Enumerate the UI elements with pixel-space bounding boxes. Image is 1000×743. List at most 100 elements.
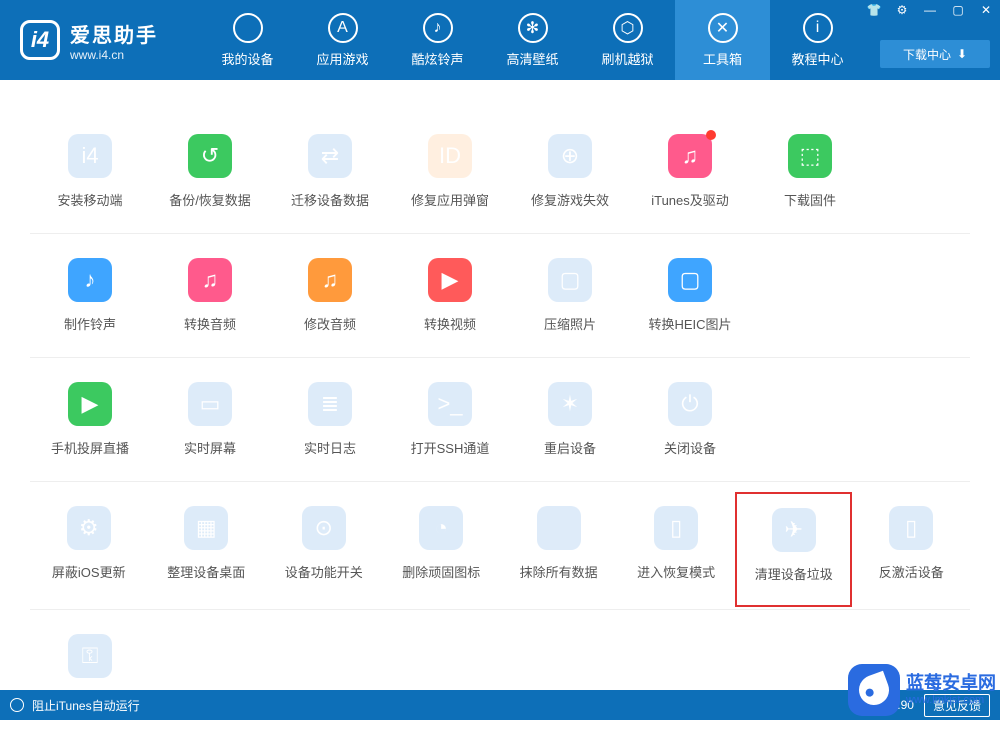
tool-icon: ⊙ (302, 506, 346, 550)
tool-整理设备桌面[interactable]: ▦整理设备桌面 (147, 506, 264, 585)
tool-下载固件[interactable]: ⬚下载固件 (750, 134, 870, 209)
nav-icon (233, 13, 263, 43)
tool-label: 压缩照片 (544, 314, 596, 333)
tool-关闭设备[interactable]: ⏻关闭设备 (630, 382, 750, 457)
tool-转换音频[interactable]: ♫转换音频 (150, 258, 270, 333)
tool-label: 打开SSH通道 (411, 438, 490, 457)
nav-item-3[interactable]: ✻高清壁纸 (485, 0, 580, 80)
tool-清理设备垃圾[interactable]: ✈清理设备垃圾 (735, 492, 853, 607)
tool-转换HEIC图片[interactable]: ▢转换HEIC图片 (630, 258, 750, 333)
tool-icon: ♪ (68, 258, 112, 302)
nav-item-1[interactable]: A 应用游戏 (295, 0, 390, 80)
nav-item-5[interactable]: ✕ 工具箱 (675, 0, 770, 80)
main-nav: 我的设备 A 应用游戏 ♪ 酷炫铃声 ✻高清壁纸⬡刷机越狱 ✕ 工具箱 i教程中心 (200, 0, 865, 80)
nav-icon: A (328, 13, 358, 43)
tool-进入恢复模式[interactable]: ▯进入恢复模式 (617, 506, 734, 585)
tool-制作铃声[interactable]: ♪制作铃声 (30, 258, 150, 333)
minimize-button[interactable]: — (916, 0, 944, 20)
tool-删除顽固图标[interactable]: ◔ 删除顽固图标 (382, 506, 499, 585)
tool-icon: ◔ (419, 506, 463, 550)
tool-label: iTunes及驱动 (651, 190, 729, 209)
maximize-button[interactable]: ▢ (944, 0, 972, 20)
nav-label: 工具箱 (703, 49, 742, 68)
close-button[interactable]: ✕ (972, 0, 1000, 20)
tool-icon: ↺ (188, 134, 232, 178)
tool-label: 屏蔽iOS更新 (52, 562, 126, 581)
tool-设备功能开关[interactable]: ⊙设备功能开关 (265, 506, 382, 585)
nav-item-4[interactable]: ⬡刷机越狱 (580, 0, 675, 80)
tool-打开SSH通道[interactable]: >_ 打开SSH通道 (390, 382, 510, 457)
nav-label: 酷炫铃声 (411, 49, 463, 68)
tool-iTunes及驱动[interactable]: ♫ iTunes及驱动 (630, 134, 750, 209)
titlebar: i4 爱思助手 www.i4.cn 我的设备 A 应用游戏 ♪ 酷炫铃声 ✻高清壁纸⬡刷机… (0, 0, 1000, 80)
tool-label: 手机投屏直播 (51, 438, 129, 457)
tool-label: 修复应用弹窗 (411, 190, 489, 209)
nav-item-6[interactable]: i教程中心 (770, 0, 865, 80)
block-itunes-label: 阻止iTunes自动运行 (32, 697, 140, 714)
tool-备份/恢复数据[interactable]: ↺备份/恢复数据 (150, 134, 270, 209)
nav-icon: ♪ (423, 13, 453, 43)
tool-label: 删除顽固图标 (402, 562, 480, 581)
tool-row: i4安装移动端↺备份/恢复数据⇄迁移设备数据 ID 修复应用弹窗 ⊕ 修复游戏失效 ♫ iT… (30, 110, 970, 234)
tool-label: 实时屏幕 (184, 438, 236, 457)
download-icon: ⬇ (957, 47, 967, 61)
app-url: www.i4.cn (70, 48, 158, 62)
tool-row: ⚙ 屏蔽iOS更新 ▦整理设备桌面⊙设备功能开关 ◔ 删除顽固图标 抹除所有数据 ▯进入恢复… (30, 482, 970, 610)
tool-icon: ▢ (548, 258, 592, 302)
tool-修复游戏失效[interactable]: ⊕ 修复游戏失效 (510, 134, 630, 209)
tool-label: 反激活设备 (879, 562, 944, 581)
tool-实时日志[interactable]: ≣实时日志 (270, 382, 390, 457)
tool-label: 转换音频 (184, 314, 236, 333)
tool-转换视频[interactable]: ▶转换视频 (390, 258, 510, 333)
tool-安装移动端[interactable]: i4安装移动端 (30, 134, 150, 209)
nav-item-0[interactable]: 我的设备 (200, 0, 295, 80)
tool-修改音频[interactable]: ♫修改音频 (270, 258, 390, 333)
tool-修复应用弹窗[interactable]: ID 修复应用弹窗 (390, 134, 510, 209)
tool-label: 迁移设备数据 (291, 190, 369, 209)
tool-label: 修复游戏失效 (531, 190, 609, 209)
tool-icon: ▦ (184, 506, 228, 550)
tool-icon: ▯ (889, 506, 933, 550)
tool-icon: ⊕ (548, 134, 592, 178)
tool-屏蔽iOS更新[interactable]: ⚙ 屏蔽iOS更新 (30, 506, 147, 585)
tool-icon: ▶ (68, 382, 112, 426)
tool-实时屏幕[interactable]: ▭实时屏幕 (150, 382, 270, 457)
tool-label: 下载固件 (784, 190, 836, 209)
skin-icon[interactable]: 👕 (860, 0, 888, 20)
download-center-button[interactable]: 下载中心 ⬇ (880, 40, 990, 68)
tool-抹除所有数据[interactable]: 抹除所有数据 (500, 506, 617, 585)
block-itunes-radio[interactable] (10, 698, 24, 712)
notification-dot (706, 130, 716, 140)
nav-label: 应用游戏 (316, 49, 368, 68)
tool-icon: ▯ (654, 506, 698, 550)
tool-label: 抹除所有数据 (520, 562, 598, 581)
nav-label: 教程中心 (791, 49, 843, 68)
tool-row: ▶ 手机投屏直播 ▭实时屏幕≣实时日志 >_ 打开SSH通道 ✶重启设备⏻关闭设备 (30, 358, 970, 482)
tool-label: 实时日志 (304, 438, 356, 457)
settings-icon[interactable]: ⚙ (888, 0, 916, 20)
tool-icon: ✶ (548, 382, 592, 426)
tool-row: ♪制作铃声♫转换音频♫修改音频▶转换视频▢压缩照片▢转换HEIC图片 (30, 234, 970, 358)
tool-icon: ▢ (668, 258, 712, 302)
nav-icon: ✻ (518, 13, 548, 43)
tool-反激活设备[interactable]: ▯ 反激活设备 (852, 506, 969, 585)
nav-label: 刷机越狱 (601, 49, 653, 68)
watermark-url: www.lmkjst.com (906, 694, 996, 706)
logo-badge-icon: i4 (20, 20, 60, 60)
tool-icon: ID (428, 134, 472, 178)
tool-压缩照片[interactable]: ▢ 压缩照片 (510, 258, 630, 333)
tool-迁移设备数据[interactable]: ⇄迁移设备数据 (270, 134, 390, 209)
app-logo: i4 爱思助手 www.i4.cn (0, 19, 200, 62)
nav-icon: ✕ (708, 13, 738, 43)
tool-grid: i4安装移动端↺备份/恢复数据⇄迁移设备数据 ID 修复应用弹窗 ⊕ 修复游戏失效 ♫ iT… (0, 80, 1000, 743)
nav-item-2[interactable]: ♪ 酷炫铃声 (390, 0, 485, 80)
tool-icon: ⚙ (67, 506, 111, 550)
tool-icon: >_ (428, 382, 472, 426)
tool-label: 转换视频 (424, 314, 476, 333)
tool-重启设备[interactable]: ✶重启设备 (510, 382, 630, 457)
watermark-name: 蓝莓安卓网 (906, 674, 996, 694)
tool-icon: ♫ (668, 134, 712, 178)
tool-手机投屏直播[interactable]: ▶ 手机投屏直播 (30, 382, 150, 457)
tool-label: 清理设备垃圾 (755, 564, 833, 583)
tool-icon: ♫ (308, 258, 352, 302)
